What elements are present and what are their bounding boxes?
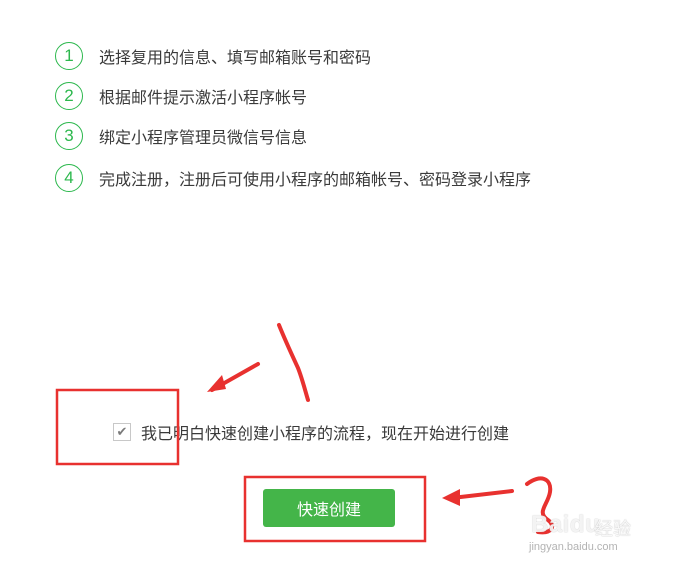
step-4: 4 完成注册，注册后可使用小程序的邮箱帐号、密码登录小程序 (55, 162, 531, 194)
step-text: 选择复用的信息、填写邮箱账号和密码 (99, 48, 372, 67)
watermark-url: jingyan.baidu.com (529, 541, 618, 553)
step-3: 3 绑定小程序管理员微信号信息 (55, 120, 307, 152)
step-number-circle: 2 (55, 82, 83, 110)
step-text: 绑定小程序管理员微信号信息 (99, 128, 308, 147)
annotation-scribble-top (277, 323, 310, 402)
annotation-arrowhead-left (207, 375, 226, 392)
step-text: 根据邮件提示激活小程序帐号 (99, 88, 308, 107)
quick-create-button[interactable]: 快速创建 (263, 489, 395, 527)
agreement-label[interactable]: 我已明白快速创建小程序的流程，现在开始进行创建 (141, 420, 509, 444)
step-1: 1 选择复用的信息、填写邮箱账号和密码 (55, 40, 371, 72)
watermark: Baidu 经验 jingyan.baidu.com (525, 507, 675, 562)
watermark-logo: Baidu (531, 511, 601, 538)
step-number-circle: 1 (55, 42, 83, 70)
watermark-word: 经验 (595, 519, 631, 540)
step-text: 完成注册，注册后可使用小程序的邮箱帐号、密码登录小程序 (99, 170, 532, 189)
step-number-circle: 3 (55, 122, 83, 150)
step-2: 2 根据邮件提示激活小程序帐号 (55, 80, 307, 112)
annotation-arrow-left-line (210, 362, 260, 392)
annotation-arrowhead-right (442, 489, 460, 506)
annotation-arrow-right-line (450, 489, 514, 500)
step-number-circle: 4 (55, 164, 83, 192)
agreement-row: ✔ 我已明白快速创建小程序的流程，现在开始进行创建 (113, 420, 509, 444)
agreement-checkbox[interactable]: ✔ (113, 423, 131, 441)
check-icon: ✔ (116, 424, 128, 440)
